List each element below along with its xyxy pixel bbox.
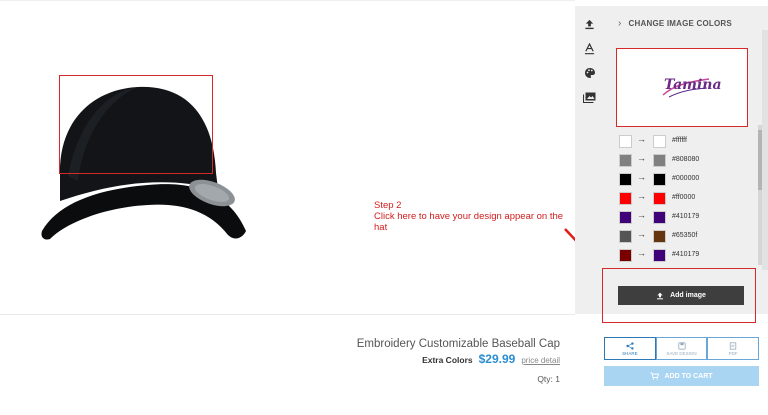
- share-icon: [626, 341, 634, 350]
- text-icon[interactable]: [581, 40, 598, 57]
- pdf-icon: [729, 341, 737, 350]
- color-swap-list: → #ffffff → #808080 → #000000 → #ff0000: [618, 135, 758, 268]
- color-row: → #ff0000: [618, 191, 758, 206]
- save-icon: [677, 341, 686, 350]
- tool-sidebar: [575, 6, 604, 314]
- panel-header-label: CHANGE IMAGE COLORS: [628, 19, 732, 28]
- color-hex: #ff0000: [672, 194, 696, 201]
- replacement-color-swatch[interactable]: [653, 249, 666, 262]
- share-label: SHARE: [622, 350, 638, 356]
- add-to-cart-button[interactable]: ADD TO CART: [604, 366, 759, 386]
- arrow-right-icon: →: [637, 210, 646, 220]
- arrow-right-icon: →: [637, 248, 646, 258]
- product-price: $29.99: [478, 352, 516, 366]
- product-title: Embroidery Customizable Baseball Cap: [356, 338, 560, 350]
- original-color-swatch: [619, 230, 632, 243]
- panel-header[interactable]: › CHANGE IMAGE COLORS: [618, 18, 732, 29]
- pdf-button[interactable]: PDF: [707, 337, 760, 360]
- color-row: → #ffffff: [618, 135, 758, 149]
- arrow-right-icon: →: [637, 135, 646, 144]
- original-color-swatch: [619, 249, 632, 262]
- upload-icon[interactable]: [581, 16, 598, 33]
- step-title: Step 2: [374, 200, 402, 211]
- page-scrollbar[interactable]: [762, 30, 768, 270]
- arrow-right-icon: →: [637, 172, 646, 182]
- replacement-color-swatch[interactable]: [653, 211, 666, 224]
- price-line: Extra Colors $29.99 price detail: [422, 352, 560, 366]
- pdf-label: PDF: [728, 350, 738, 356]
- upload-icon: [657, 292, 664, 299]
- original-color-swatch: [619, 173, 632, 186]
- original-color-swatch: [619, 211, 632, 224]
- add-image-label: Add image: [670, 292, 706, 299]
- design-area-selection[interactable]: [59, 75, 213, 174]
- add-to-cart-label: ADD TO CART: [664, 372, 713, 380]
- save-design-label: SAVE DESIGN: [666, 350, 697, 356]
- replacement-color-swatch[interactable]: [653, 230, 666, 243]
- action-buttons: SHARE SAVE DESIGN PDF: [604, 337, 760, 360]
- extra-colors-label: Extra Colors: [422, 355, 473, 365]
- color-hex: #410179: [672, 213, 700, 220]
- chevron-right-icon: ›: [618, 18, 622, 29]
- arrow-right-icon: →: [637, 153, 646, 163]
- images-icon[interactable]: [581, 89, 598, 106]
- cart-icon: [650, 372, 660, 380]
- step-annotation: Step 2 Click here to have your design ap…: [374, 200, 575, 233]
- original-color-swatch: [619, 192, 632, 205]
- color-row: → #808080: [618, 153, 758, 168]
- original-color-swatch: [619, 135, 632, 148]
- save-design-button[interactable]: SAVE DESIGN: [655, 337, 708, 360]
- logo-text: Tamina: [664, 77, 722, 93]
- add-image-button[interactable]: Add image: [618, 286, 744, 305]
- step-instruction: Click here to have your design appear on…: [374, 211, 564, 233]
- original-color-swatch: [619, 154, 632, 167]
- replacement-color-swatch[interactable]: [653, 154, 666, 167]
- design-canvas[interactable]: Step 2 Click here to have your design ap…: [0, 0, 604, 315]
- palette-icon[interactable]: [581, 64, 598, 81]
- color-row: → #000000: [618, 172, 758, 187]
- panel-scrollbar-thumb[interactable]: [758, 130, 762, 190]
- color-hex: #65350f: [672, 232, 698, 239]
- color-hex: #410179: [672, 251, 700, 258]
- replacement-color-swatch[interactable]: [653, 135, 666, 148]
- price-detail-link[interactable]: price detail: [521, 356, 560, 365]
- replacement-color-swatch[interactable]: [653, 192, 666, 205]
- arrow-right-icon: →: [637, 191, 646, 201]
- color-hex: #ffffff: [672, 137, 687, 144]
- arrow-right-icon: →: [637, 229, 646, 239]
- color-row: → #65350f: [618, 229, 758, 244]
- replacement-color-swatch[interactable]: [653, 173, 666, 186]
- color-hex: #000000: [672, 175, 700, 182]
- color-hex: #808080: [672, 156, 700, 163]
- color-row: → #410179: [618, 210, 758, 225]
- quantity: Qty: 1: [537, 374, 560, 384]
- share-button[interactable]: SHARE: [604, 337, 656, 360]
- color-row: → #410179: [618, 248, 758, 263]
- image-preview: Tamina: [616, 48, 748, 127]
- designer-app: Step 2 Click here to have your design ap…: [0, 0, 768, 415]
